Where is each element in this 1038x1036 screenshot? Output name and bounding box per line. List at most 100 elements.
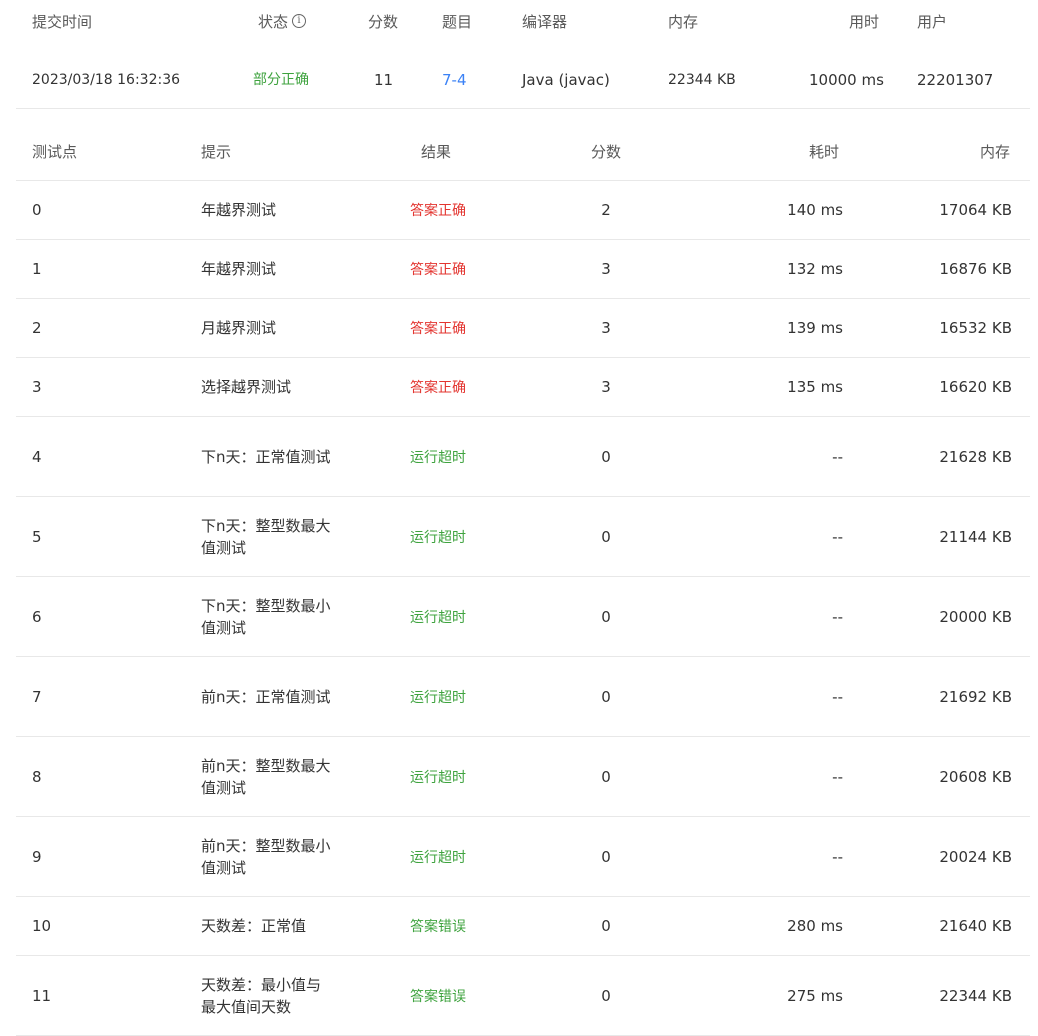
summary-header-elapsed: 用时 bbox=[849, 13, 880, 31]
case-hint: 前n天：正常值测试 bbox=[201, 687, 331, 706]
case-number: 4 bbox=[32, 447, 42, 466]
case-time: -- bbox=[832, 687, 843, 706]
case-result: 运行超时 bbox=[410, 769, 466, 786]
case-number: 10 bbox=[32, 917, 52, 935]
case-score: 3 bbox=[601, 319, 611, 337]
case-hint: 天数差：正常值 bbox=[201, 917, 307, 935]
case-score: 0 bbox=[601, 847, 611, 866]
submission-memory: 22344 KB bbox=[668, 72, 736, 88]
submission-compiler: Java (javac) bbox=[522, 71, 610, 89]
case-time: -- bbox=[832, 847, 843, 866]
case-hint: 天数差：最小值与最大值间天数 bbox=[201, 975, 322, 1016]
case-score: 0 bbox=[601, 767, 611, 786]
case-hint: 月越界测试 bbox=[201, 319, 277, 337]
case-result: 答案错误 bbox=[410, 919, 466, 935]
case-memory: 21144 KB bbox=[939, 527, 1012, 546]
case-score: 0 bbox=[601, 607, 611, 626]
case-number: 9 bbox=[32, 847, 42, 866]
case-result: 运行超时 bbox=[410, 449, 466, 466]
summary-header-time: 提交时间 bbox=[32, 13, 93, 31]
submission-user: 22201307 bbox=[917, 71, 994, 89]
submission-panel: 提交时间 状态 i 分数 题目 编译器 内存 用时 用户 2023/03/18 1… bbox=[16, 0, 1030, 1036]
summary-header-status: 状态 i bbox=[258, 0, 307, 44]
case-time: 140 ms bbox=[787, 201, 843, 219]
submission-score: 11 bbox=[374, 71, 394, 89]
case-score: 0 bbox=[601, 917, 611, 935]
detail-header-row: 测试点 提示 结果 分数 耗时 内存 bbox=[16, 109, 1030, 181]
case-time: -- bbox=[832, 607, 843, 626]
case-score: 0 bbox=[601, 527, 611, 546]
case-hint: 前n天：整型数最大值测试 bbox=[201, 756, 331, 797]
case-number: 0 bbox=[32, 201, 42, 219]
summary-header-compiler: 编译器 bbox=[522, 13, 568, 31]
table-row: 6 下n天：整型数最小值测试 运行超时 0 -- 20000 KB bbox=[16, 577, 1030, 657]
case-number: 1 bbox=[32, 260, 42, 278]
case-result: 答案正确 bbox=[410, 203, 466, 219]
case-result: 答案正确 bbox=[410, 321, 466, 337]
table-row: 8 前n天：整型数最大值测试 运行超时 0 -- 20608 KB bbox=[16, 737, 1030, 817]
table-row: 10 天数差：正常值 答案错误 0 280 ms 21640 KB bbox=[16, 897, 1030, 956]
case-memory: 21640 KB bbox=[939, 917, 1012, 935]
table-row: 1 年越界测试 答案正确 3 132 ms 16876 KB bbox=[16, 240, 1030, 299]
case-result: 答案正确 bbox=[410, 380, 466, 396]
info-icon[interactable]: i bbox=[292, 13, 307, 28]
case-hint: 选择越界测试 bbox=[201, 378, 292, 396]
table-row: 4 下n天：正常值测试 运行超时 0 -- 21628 KB bbox=[16, 417, 1030, 497]
table-row: 11 天数差：最小值与最大值间天数 答案错误 0 275 ms 22344 KB bbox=[16, 956, 1030, 1036]
case-memory: 21628 KB bbox=[939, 447, 1012, 466]
case-time: 139 ms bbox=[787, 319, 843, 337]
table-row: 2 月越界测试 答案正确 3 139 ms 16532 KB bbox=[16, 299, 1030, 358]
case-number: 11 bbox=[32, 986, 52, 1005]
case-time: -- bbox=[832, 527, 843, 546]
case-score: 2 bbox=[601, 201, 611, 219]
detail-rows: 0 年越界测试 答案正确 2 140 ms 17064 KB 1 年越界测试 答… bbox=[16, 181, 1030, 1036]
case-memory: 20000 KB bbox=[939, 607, 1012, 626]
case-hint: 下n天：正常值测试 bbox=[201, 447, 331, 466]
problem-link[interactable]: 7-4 bbox=[442, 48, 467, 112]
submission-time: 2023/03/18 16:32:36 bbox=[32, 72, 181, 88]
summary-header-row: 提交时间 状态 i 分数 题目 编译器 内存 用时 用户 bbox=[16, 0, 1030, 48]
case-hint: 下n天：整型数最大值测试 bbox=[201, 516, 331, 557]
submission-status: 部分正确 bbox=[253, 72, 309, 88]
case-result: 运行超时 bbox=[410, 849, 466, 866]
case-memory: 20024 KB bbox=[939, 847, 1012, 866]
case-score: 0 bbox=[601, 986, 611, 1005]
submission-elapsed: 10000 ms bbox=[809, 71, 884, 89]
case-score: 0 bbox=[601, 687, 611, 706]
case-number: 3 bbox=[32, 378, 42, 396]
table-row: 9 前n天：整型数最小值测试 运行超时 0 -- 20024 KB bbox=[16, 817, 1030, 897]
case-number: 5 bbox=[32, 527, 42, 546]
case-time: 275 ms bbox=[787, 986, 843, 1005]
summary-header-score: 分数 bbox=[368, 13, 399, 31]
case-number: 8 bbox=[32, 767, 42, 786]
case-time: 280 ms bbox=[787, 917, 843, 935]
case-memory: 22344 KB bbox=[939, 986, 1012, 1005]
case-memory: 16876 KB bbox=[939, 260, 1012, 278]
case-memory: 20608 KB bbox=[939, 767, 1012, 786]
table-row: 5 下n天：整型数最大值测试 运行超时 0 -- 21144 KB bbox=[16, 497, 1030, 577]
case-memory: 16620 KB bbox=[939, 378, 1012, 396]
case-result: 运行超时 bbox=[410, 529, 466, 546]
table-row: 3 选择越界测试 答案正确 3 135 ms 16620 KB bbox=[16, 358, 1030, 417]
case-hint: 前n天：整型数最小值测试 bbox=[201, 836, 331, 877]
case-hint: 年越界测试 bbox=[201, 201, 277, 219]
summary-header-user: 用户 bbox=[917, 13, 948, 31]
case-score: 3 bbox=[601, 260, 611, 278]
case-score: 0 bbox=[601, 447, 611, 466]
case-memory: 16532 KB bbox=[939, 319, 1012, 337]
case-result: 运行超时 bbox=[410, 689, 466, 706]
table-row: 7 前n天：正常值测试 运行超时 0 -- 21692 KB bbox=[16, 657, 1030, 737]
case-result: 运行超时 bbox=[410, 609, 466, 626]
case-memory: 21692 KB bbox=[939, 687, 1012, 706]
case-hint: 年越界测试 bbox=[201, 260, 277, 278]
table-row: 0 年越界测试 答案正确 2 140 ms 17064 KB bbox=[16, 181, 1030, 240]
case-result: 答案正确 bbox=[410, 262, 466, 278]
case-hint: 下n天：整型数最小值测试 bbox=[201, 596, 331, 637]
case-number: 7 bbox=[32, 687, 42, 706]
case-score: 3 bbox=[601, 378, 611, 396]
case-number: 2 bbox=[32, 319, 42, 337]
summary-header-problem: 题目 bbox=[442, 13, 473, 31]
case-memory: 17064 KB bbox=[939, 201, 1012, 219]
case-time: 132 ms bbox=[787, 260, 843, 278]
summary-row: 2023/03/18 16:32:36 部分正确 11 7-4 Java (ja… bbox=[16, 48, 1030, 109]
